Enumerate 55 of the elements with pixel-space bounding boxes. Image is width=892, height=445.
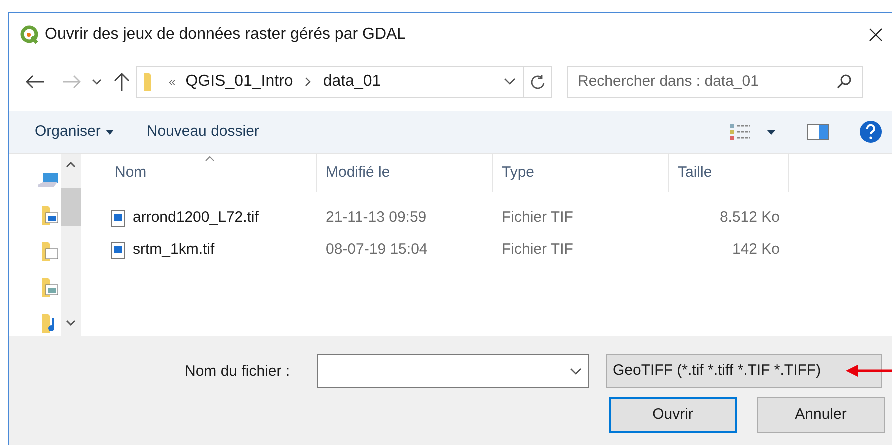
search-field[interactable]: Rechercher dans : data_01 [578, 70, 836, 94]
computer-icon[interactable] [37, 172, 59, 190]
breadcrumb-item[interactable]: QGIS_01_Intro [186, 70, 294, 94]
folder-icon[interactable] [41, 276, 59, 298]
help-icon[interactable] [859, 120, 883, 144]
overflow-marker[interactable]: « [169, 73, 176, 91]
modified-cell-text: 21-11-13 09:59 [325, 208, 428, 228]
dialog-button[interactable]: Annuler [757, 397, 885, 433]
refresh-icon[interactable] [530, 74, 546, 90]
annotation-arrow-icon [846, 364, 892, 378]
chevron-down-icon[interactable] [92, 78, 102, 86]
sort-ascending-icon[interactable] [205, 156, 215, 162]
chevron-down-icon[interactable] [570, 368, 582, 374]
preview-pane-icon[interactable] [807, 124, 829, 140]
file-row[interactable]: srtm_1km.tif 08-07-19 15:04 Fichier TIF 142 Ko [81, 234, 892, 266]
new-folder-button[interactable]: Nouveau dossier [146, 120, 260, 144]
scrollbar[interactable] [61, 154, 81, 336]
size-cell-text: 8.512 Ko [718, 208, 780, 228]
file-name: srtm_1km.tif [133, 240, 215, 260]
address-bar[interactable]: « QGIS_01_Intro data_01 [136, 66, 552, 98]
scroll-up-icon[interactable] [66, 162, 76, 168]
type-cell-text: Fichier TIF [501, 240, 574, 260]
file-type-dropdown[interactable]: GeoTIFF (*.tif *.tiff *.TIF *.TIFF) [606, 354, 882, 388]
dialog-button[interactable]: Ouvrir [609, 397, 737, 433]
filename-field[interactable] [317, 354, 589, 388]
close-icon[interactable] [868, 27, 884, 43]
caret-down-icon[interactable] [106, 130, 114, 134]
column-header[interactable]: Modifié le [317, 154, 493, 192]
image-file-icon [111, 210, 125, 226]
image-file-icon [111, 242, 125, 258]
organize-menu-button[interactable]: Organiser [35, 120, 114, 144]
breadcrumb-item[interactable]: data_01 [323, 70, 382, 94]
scroll-down-icon[interactable] [66, 320, 76, 326]
search-box[interactable]: Rechercher dans : data_01 [567, 66, 863, 98]
back-arrow-icon[interactable] [25, 75, 45, 89]
folder-icon[interactable] [41, 240, 59, 262]
column-header[interactable]: Type [493, 154, 669, 192]
filename-label: Nom du fichier : [185, 362, 290, 382]
modified-cell-text: 08-07-19 15:04 [325, 240, 429, 260]
app-logo-icon [20, 25, 40, 45]
view-options-icon[interactable] [729, 123, 751, 141]
breadcrumb-separator-icon [305, 77, 312, 87]
scrollbar-thumb[interactable] [61, 188, 81, 226]
search-icon[interactable] [836, 74, 852, 90]
column-header[interactable]: Taille [669, 154, 789, 192]
chevron-down-icon[interactable] [504, 78, 516, 86]
size-cell-text: 142 Ko [731, 240, 780, 260]
column-header[interactable]: Nom [81, 154, 317, 192]
window-title: Ouvrir des jeux de données raster gérés par GDAL [45, 25, 406, 45]
dropdown-caret-icon[interactable] [767, 130, 776, 134]
type-cell-text: Fichier TIF [501, 208, 574, 228]
folder-icon[interactable] [41, 204, 59, 226]
file-name: arrond1200_L72.tif [133, 208, 259, 228]
up-arrow-icon[interactable] [114, 72, 130, 92]
file-row[interactable]: arrond1200_L72.tif 21-11-13 09:59 Fichier TIF 8.512 Ko [81, 202, 892, 234]
